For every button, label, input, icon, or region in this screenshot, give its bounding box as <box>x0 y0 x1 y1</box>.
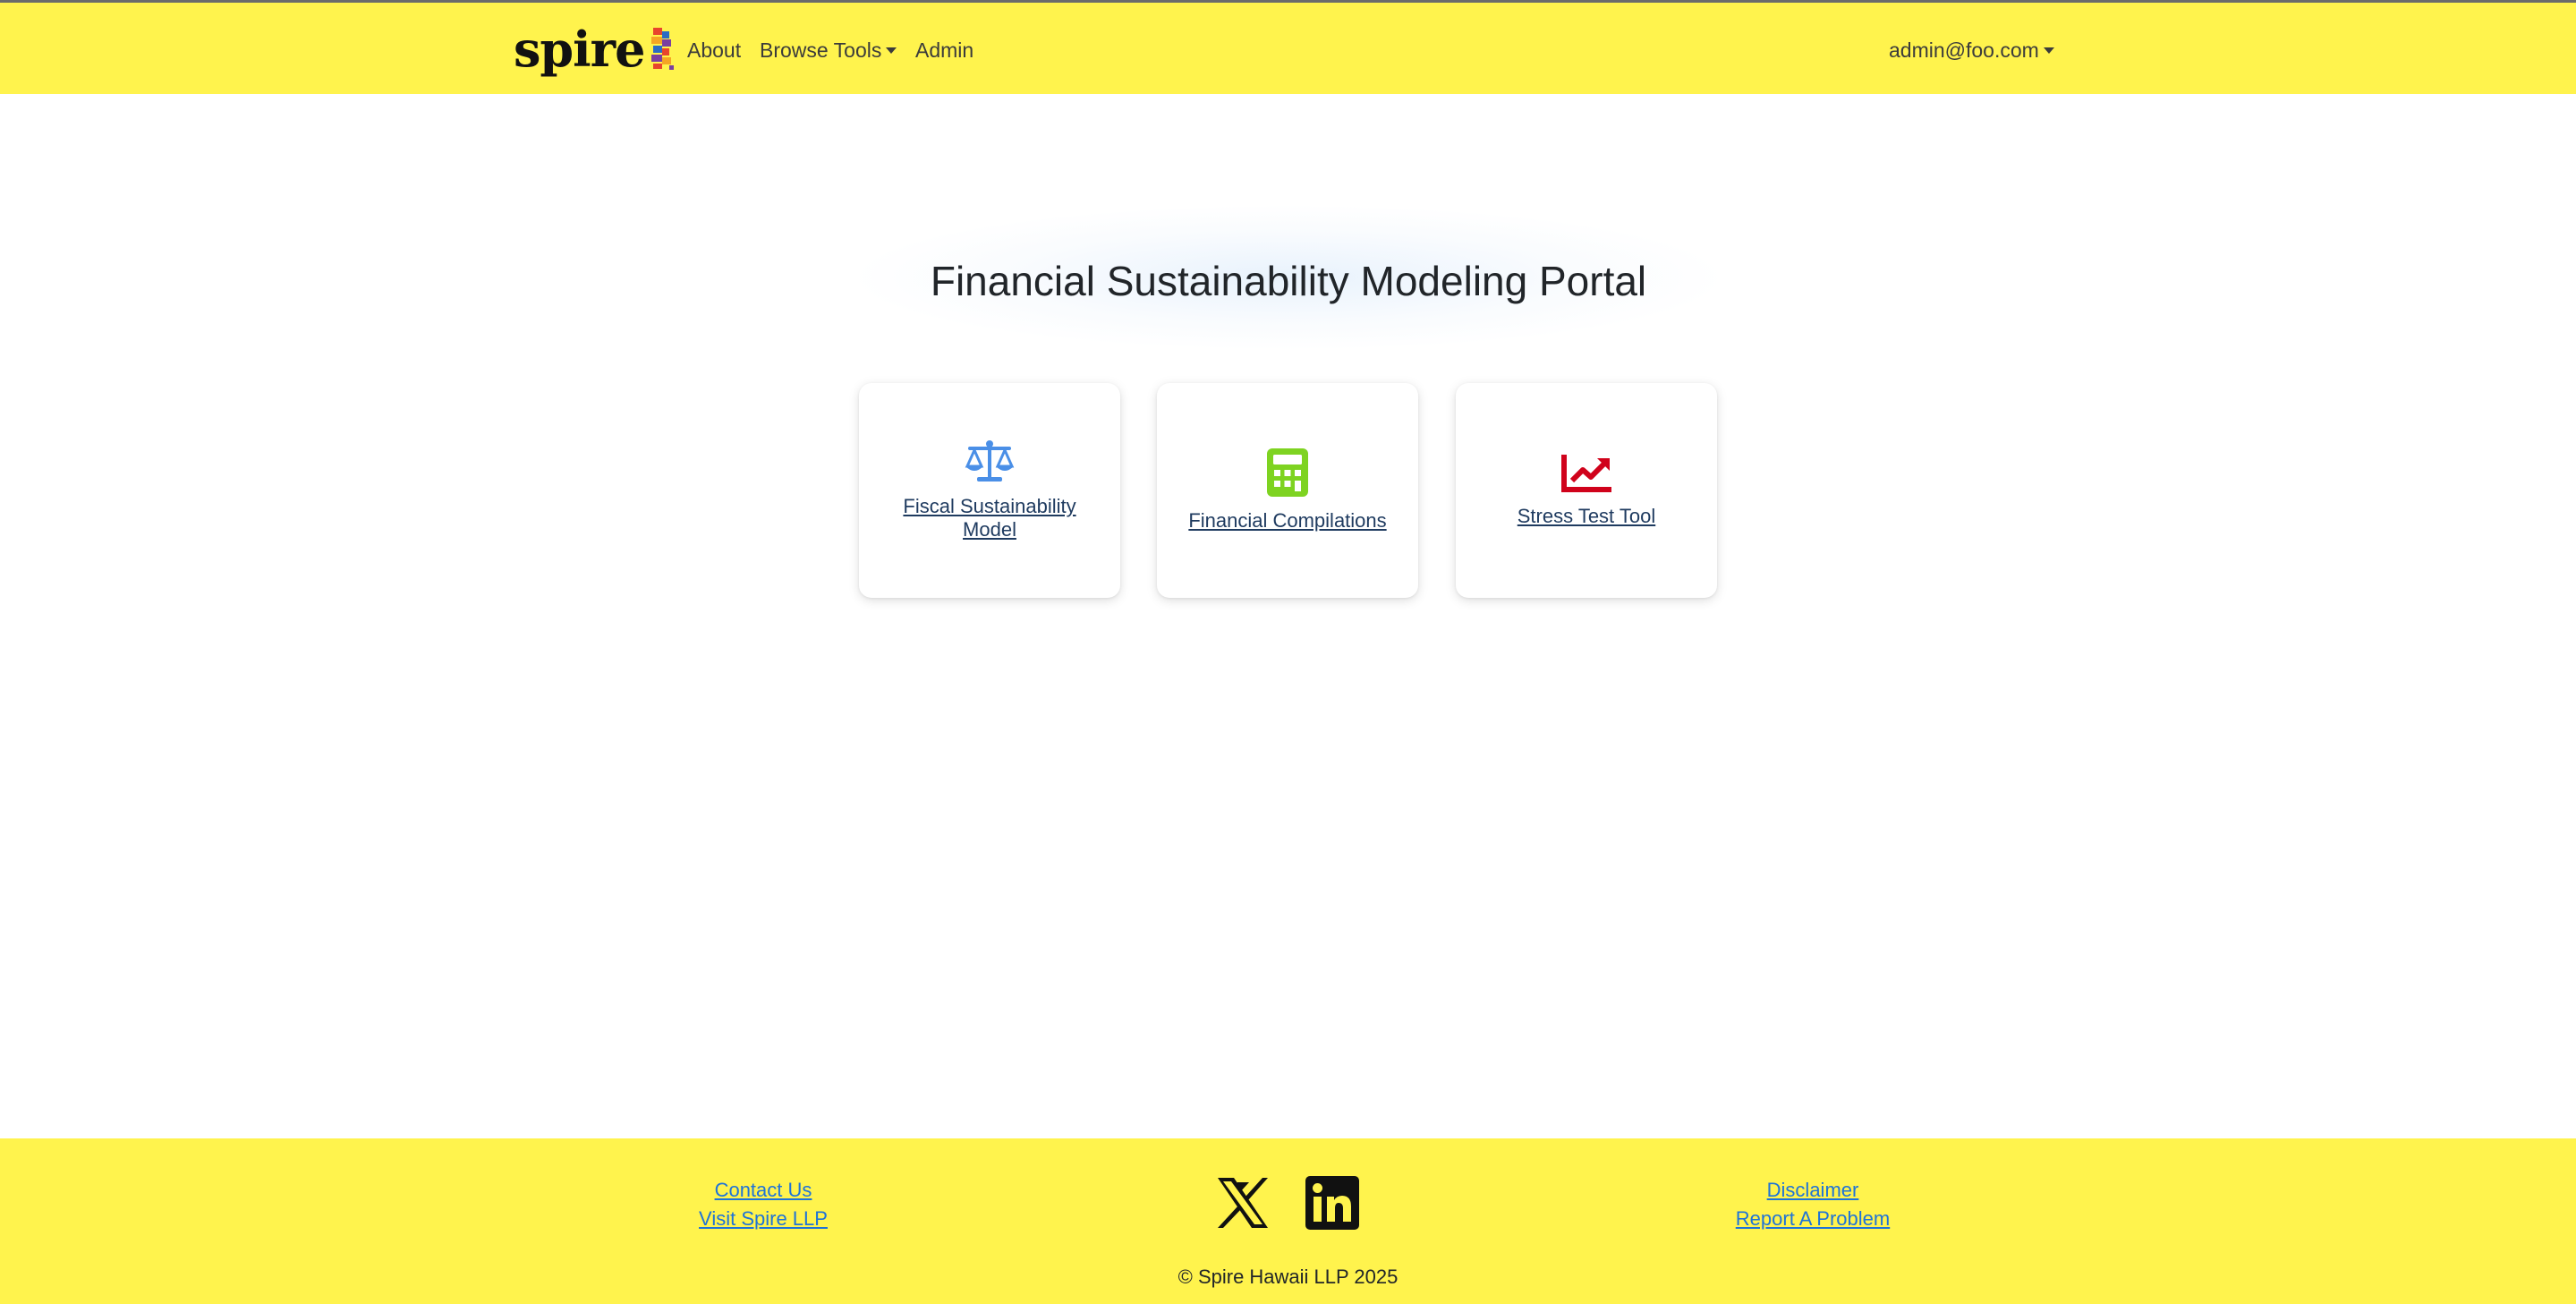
user-email: admin@foo.com <box>1889 38 2039 62</box>
brand-logo[interactable]: spire <box>514 22 675 76</box>
linkedin-icon[interactable] <box>1305 1176 1359 1234</box>
user-menu-dropdown[interactable]: admin@foo.com <box>1889 37 2054 64</box>
nav-about[interactable]: About <box>687 37 741 64</box>
footer-right-links: Disclaimer Report A Problem <box>1723 1176 1902 1233</box>
nav-browse-tools-dropdown[interactable]: Browse Tools <box>760 37 897 64</box>
footer-link-report-problem[interactable]: Report A Problem <box>1723 1205 1902 1233</box>
caret-down-icon <box>2043 47 2054 54</box>
navbar: spire About Browse Tools Admin admin@foo… <box>0 0 2576 94</box>
card-fiscal-sustainability-model[interactable]: Fiscal Sustainability Model <box>859 383 1120 598</box>
footer-link-visit-spire[interactable]: Visit Spire LLP <box>692 1205 835 1233</box>
card-stress-test-tool[interactable]: Stress Test Tool <box>1456 383 1717 598</box>
card-link-financial-compilations[interactable]: Financial Compilations <box>1185 509 1390 533</box>
footer-left-links: Contact Us Visit Spire LLP <box>692 1176 835 1233</box>
footer-link-disclaimer[interactable]: Disclaimer <box>1723 1176 1902 1205</box>
page-title: Financial Sustainability Modeling Portal <box>930 258 1647 304</box>
x-icon[interactable] <box>1216 1176 1270 1234</box>
spire-logo-icon <box>651 28 675 70</box>
footer-link-contact-us[interactable]: Contact Us <box>692 1176 835 1205</box>
brand-name: spire <box>514 21 645 78</box>
chart-line-up-icon <box>1561 455 1611 492</box>
card-link-stress-test-tool[interactable]: Stress Test Tool <box>1484 505 1689 528</box>
calculator-icon <box>1267 448 1308 497</box>
caret-down-icon <box>886 47 897 54</box>
nav-admin[interactable]: Admin <box>915 37 973 64</box>
card-financial-compilations[interactable]: Financial Compilations <box>1157 383 1418 598</box>
scale-balance-icon <box>965 440 1015 482</box>
nav-browse-tools-label: Browse Tools <box>760 38 882 62</box>
copyright-text: © Spire Hawaii LLP 2025 <box>1177 1266 1399 1288</box>
footer: Contact Us Visit Spire LLP Disclaimer Re… <box>0 1138 2576 1304</box>
card-link-fiscal-sustainability-model[interactable]: Fiscal Sustainability Model <box>887 495 1092 541</box>
